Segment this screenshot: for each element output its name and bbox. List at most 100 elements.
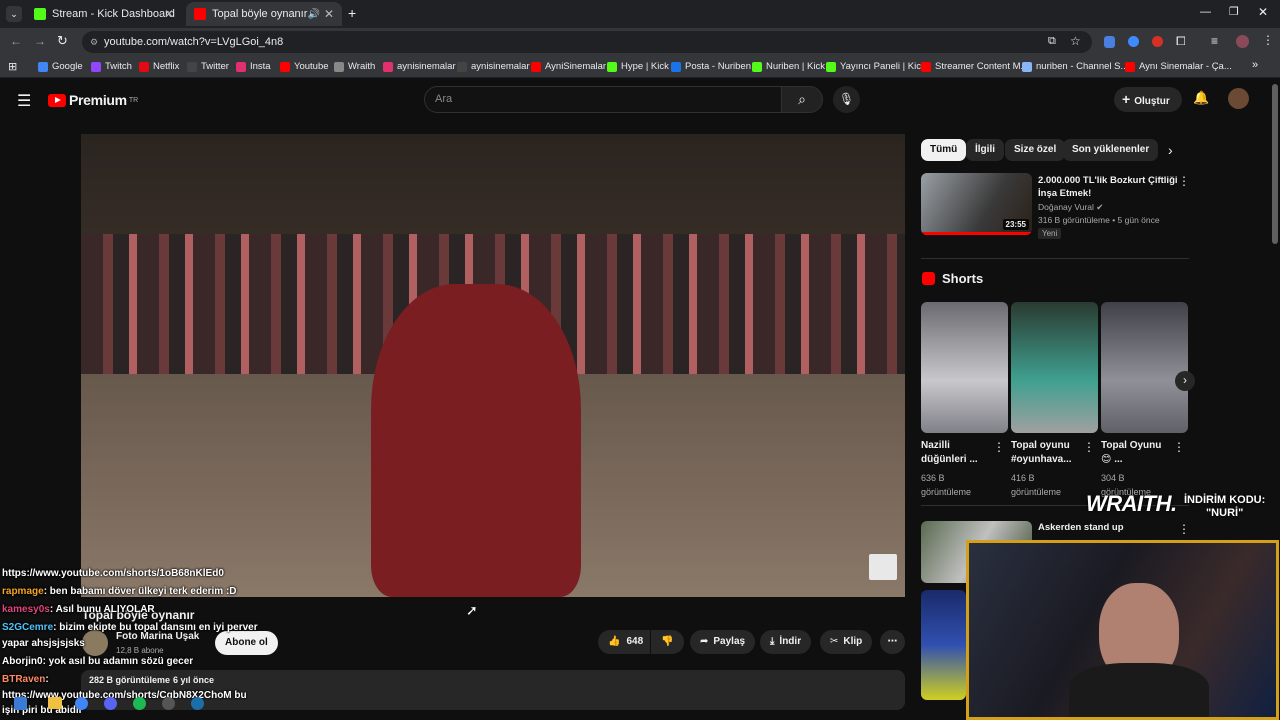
channel-avatar[interactable]: [82, 630, 108, 656]
rec-options-icon[interactable]: ⋮: [1178, 174, 1190, 188]
install-icon[interactable]: ⧉: [1048, 35, 1056, 48]
speaker-icon[interactable]: 🔊: [308, 9, 320, 20]
bookmark-item[interactable]: Aynı Sinemalar - Ça...: [1125, 59, 1232, 75]
search-input[interactable]: Ara: [424, 86, 782, 113]
obs-icon[interactable]: [162, 697, 175, 710]
bookmark-item[interactable]: aynisinemalar: [383, 59, 456, 75]
site-info-icon[interactable]: ⚙: [90, 31, 98, 53]
chat-message: yapar ahsjsjsjsks: [2, 638, 85, 649]
hamburger-menu-icon[interactable]: ☰: [17, 91, 31, 111]
shorts-next-chevron-icon[interactable]: ›: [1175, 371, 1195, 391]
clip-button[interactable]: ✂ Klip: [820, 630, 873, 654]
short-thumbnail[interactable]: [1011, 302, 1098, 433]
bookmark-item[interactable]: Netflix: [139, 59, 179, 75]
filter-chip[interactable]: İlgili: [966, 139, 1004, 161]
dislike-button[interactable]: 👎: [651, 630, 684, 654]
window-close-button[interactable]: ✕: [1258, 5, 1268, 19]
spotify-icon[interactable]: [133, 697, 146, 710]
youtube-premium-logo[interactable]: Premium TR: [48, 92, 138, 108]
rec-video-thumbnail[interactable]: [921, 590, 966, 700]
short-thumbnail[interactable]: [1101, 302, 1188, 433]
bookmark-item[interactable]: nuriben - Channel S...: [1022, 59, 1128, 75]
bookmark-item[interactable]: Youtube: [280, 59, 329, 75]
discord-icon[interactable]: [104, 697, 117, 710]
account-avatar[interactable]: [1228, 88, 1249, 109]
short-options-icon[interactable]: ⋮: [1083, 440, 1095, 454]
bookmark-label: nuriben - Channel S...: [1036, 61, 1129, 72]
voice-search-button[interactable]: 🎙: [833, 86, 860, 113]
steam-icon[interactable]: [191, 697, 204, 710]
filter-chip[interactable]: Son yüklenenler: [1063, 139, 1159, 161]
short-title[interactable]: Topal oyunu #oyunhava...: [1011, 439, 1072, 467]
close-icon[interactable]: ✕: [324, 7, 334, 21]
reload-icon[interactable]: ↻: [57, 33, 68, 49]
close-icon[interactable]: ✕: [164, 7, 174, 21]
more-actions-button[interactable]: ⋯: [880, 630, 905, 654]
chrome-icon[interactable]: [75, 697, 88, 710]
search-button[interactable]: ⌕: [781, 86, 823, 113]
share-button[interactable]: ➦ Paylaş: [690, 630, 756, 654]
download-button[interactable]: ⤓ İndir: [760, 630, 812, 654]
chat-message: kamesy0s: Asıl bunu ALIYOLAR: [2, 604, 155, 615]
short-options-icon[interactable]: ⋮: [993, 440, 1005, 454]
bookmark-item[interactable]: Streamer Content M...: [921, 59, 1028, 75]
tab-kick-dashboard[interactable]: Stream - Kick Dashboard ✕: [26, 2, 182, 26]
bookmark-item[interactable]: Twitter: [187, 59, 229, 75]
short-options-icon[interactable]: ⋮: [1173, 440, 1185, 454]
filter-chip[interactable]: Size özel: [1005, 139, 1066, 161]
video-player[interactable]: [81, 134, 905, 597]
bookmark-item[interactable]: Nuriben | Kick: [752, 59, 825, 75]
minimize-button[interactable]: —: [1200, 6, 1211, 18]
bookmark-item[interactable]: Google: [38, 59, 83, 75]
chips-next-chevron-icon[interactable]: ›: [1168, 142, 1173, 158]
file-explorer-icon[interactable]: [48, 697, 62, 709]
notifications-bell-icon[interactable]: 🔔: [1193, 90, 1209, 106]
shorts-heading: Shorts: [942, 271, 984, 286]
create-button[interactable]: + Oluştur: [1114, 87, 1182, 112]
short-title[interactable]: Topal Oyunu 😊 ...: [1101, 439, 1161, 467]
bookmarks-bar: ⊞ Google Twitch Netflix Twitter Insta Youtube…: [0, 56, 1280, 78]
short-thumbnail[interactable]: [921, 302, 1008, 433]
extension-icon[interactable]: [1152, 36, 1163, 47]
more-bookmarks-icon[interactable]: »: [1252, 59, 1258, 71]
new-tab-button[interactable]: +: [348, 5, 356, 21]
maximize-button[interactable]: ❐: [1229, 5, 1239, 18]
bookmark-favicon-icon: [139, 62, 149, 72]
filter-chip[interactable]: Tümü: [921, 139, 967, 161]
short-views-line: 416 B: [1011, 473, 1035, 483]
menu-kebab-icon[interactable]: ⋮: [1262, 33, 1274, 47]
bookmark-item[interactable]: Yayıncı Paneli | Kick: [826, 59, 926, 75]
forward-icon[interactable]: →: [34, 34, 46, 48]
like-button[interactable]: 👍 648: [598, 630, 650, 654]
rec-options-icon[interactable]: ⋮: [1178, 522, 1190, 536]
chat-text: :: [45, 674, 49, 685]
chat-message: BTRaven:: [2, 674, 49, 685]
reading-list-icon[interactable]: ≡: [1211, 34, 1218, 48]
scrollbar[interactable]: [1272, 84, 1278, 244]
apps-grid-icon[interactable]: ⊞: [8, 60, 17, 73]
tab-search-icon[interactable]: ⌄: [6, 6, 22, 22]
subscribe-button[interactable]: Abone ol: [215, 631, 278, 655]
rec-video-title[interactable]: Askerden stand up: [1038, 522, 1124, 533]
rec-channel[interactable]: Doğanay Vural ✔: [1038, 202, 1103, 213]
rec-video-title[interactable]: 2.000.000 TL'lik Bozkurt Çiftliği İnşa E…: [1038, 174, 1178, 200]
extension-icon[interactable]: [1128, 36, 1139, 47]
bookmark-item[interactable]: Hype | Kick: [607, 59, 669, 75]
url-input[interactable]: ⚙ youtube.com/watch?v=LVgLGoi_4n8: [82, 31, 1092, 53]
upload-age: 6 yıl önce: [173, 675, 215, 685]
rec-video-thumbnail[interactable]: 23:55: [921, 173, 1032, 235]
extension-shield-icon[interactable]: [1104, 36, 1115, 48]
bookmark-item[interactable]: Wraith: [334, 59, 375, 75]
bookmark-item[interactable]: aynisinemalar: [457, 59, 530, 75]
bookmark-star-icon[interactable]: ☆: [1070, 34, 1081, 48]
bookmark-item[interactable]: Posta - Nuriben: [671, 59, 751, 75]
profile-avatar[interactable]: [1236, 35, 1249, 48]
windows-start-icon[interactable]: [14, 697, 27, 710]
short-title[interactable]: Nazilli düğünleri ...: [921, 439, 978, 467]
extensions-puzzle-icon[interactable]: ⧠: [1176, 34, 1186, 49]
back-icon[interactable]: ←: [10, 34, 22, 48]
bookmark-item[interactable]: Insta: [236, 59, 271, 75]
bookmark-item[interactable]: AyniSinemalar: [531, 59, 606, 75]
bookmark-item[interactable]: Twitch: [91, 59, 132, 75]
tab-youtube-video[interactable]: Topal böyle oynanır - YouTu 🔊 ✕: [186, 2, 342, 26]
